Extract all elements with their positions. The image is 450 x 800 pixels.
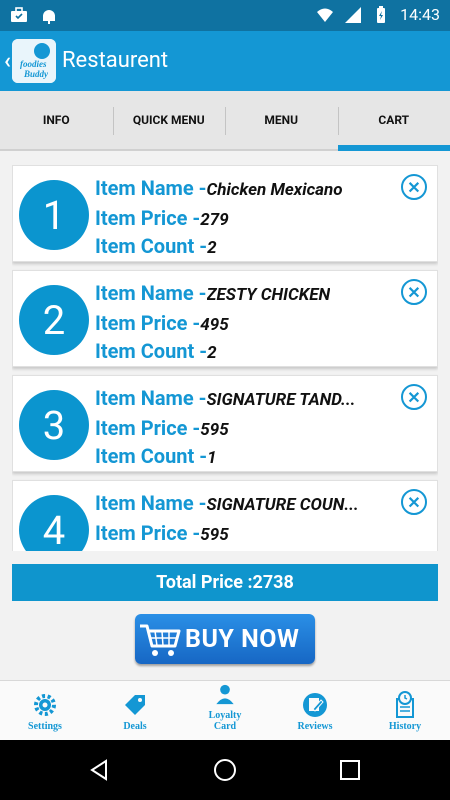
item-number-badge: 2 [19,285,89,355]
nav-reviews[interactable]: Reviews [270,681,360,740]
item-count-value: 1 [207,448,217,468]
remove-item-icon[interactable]: ✕ [401,489,427,515]
item-count-row: Item Count -2 [95,339,217,363]
svg-text:Buddy: Buddy [23,69,49,79]
item-name-value: Chicken Mexicano [206,180,343,200]
tab-cart[interactable]: CART [337,91,450,151]
tab-bar: INFO QUICK MENU MENU CART [0,91,450,151]
remove-item-icon[interactable]: ✕ [401,174,427,200]
item-price-label: Item Price - [95,416,201,440]
nav-label: Deals [123,721,147,732]
item-name-label: Item Name - [95,281,207,305]
nav-label: Reviews [297,721,333,732]
nav-loyalty-card[interactable]: Loyalty Card [180,681,270,740]
item-price-row: Item Price -595 [95,416,229,440]
cart-item: 4 Item Name -SIGNATURE COUN... Item Pric… [12,480,438,551]
battery-charging-icon [377,5,386,23]
item-price-value: 595 [200,525,229,545]
briefcase-icon [11,7,27,22]
item-price-row: Item Price -495 [95,311,229,335]
gear-icon [34,694,56,716]
item-number-badge: 1 [19,180,89,250]
item-name-label: Item Name - [95,386,207,410]
remove-item-icon[interactable]: ✕ [401,384,427,410]
app-logo[interactable]: foodies Buddy [12,39,56,83]
item-price-label: Item Price - [95,521,201,545]
buy-now-button[interactable]: BUY NOW [135,614,315,664]
remove-item-icon[interactable]: ✕ [401,279,427,305]
item-count-label: Item Count - [95,444,208,468]
recents-icon[interactable] [338,758,362,782]
buy-now-label: BUY NOW [185,624,300,654]
total-price-bar: Total Price :2738 [12,564,438,601]
tag-icon [125,695,145,715]
item-name-label: Item Name - [95,176,207,200]
nav-label: Settings [28,721,62,732]
item-count-label: Item Count - [95,339,208,363]
nav-label: History [388,721,422,732]
item-price-label: Item Price - [95,206,201,230]
item-name-row: Item Name -Chicken Mexicano [95,176,343,200]
back-icon[interactable] [87,758,111,782]
item-price-value: 595 [200,420,229,440]
tab-quick-menu[interactable]: QUICK MENU [112,91,226,149]
item-count-value: 2 [207,343,217,363]
nav-label: Loyalty Card [208,710,242,732]
bottom-navigation: Settings Deals Loyalty Card Reviews Hist… [0,680,450,740]
nav-deals[interactable]: Deals [90,681,180,740]
cart-item-list[interactable]: 1 Item Name -Chicken Mexicano Item Price… [12,165,438,551]
shopping-cart-icon [140,624,181,656]
wifi-icon [317,8,334,22]
system-navigation-bar [0,740,450,800]
person-icon [216,684,234,705]
item-name-row: Item Name -SIGNATURE COUN... [95,491,359,515]
tab-info[interactable]: INFO [0,91,113,149]
home-icon[interactable] [213,758,237,782]
item-name-value: SIGNATURE COUN... [206,495,359,515]
item-name-row: Item Name -SIGNATURE TAND... [95,386,355,410]
item-name-row: Item Name -ZESTY CHICKEN [95,281,330,305]
item-price-value: 495 [200,315,229,335]
back-chevron-icon[interactable]: ‹ [4,49,11,74]
svg-text:foodies: foodies [20,59,47,69]
cart-item: 3 Item Name -SIGNATURE TAND... Item Pric… [12,375,438,472]
item-name-label: Item Name - [95,491,207,515]
item-number-badge: 3 [19,390,89,460]
nav-settings[interactable]: Settings [0,681,90,740]
status-time: 14:43 [400,5,440,24]
item-count-value: 2 [207,238,217,258]
status-bar: 14:43 [0,0,450,31]
edit-icon [303,693,327,717]
signal-icon [345,6,362,23]
android-icon [43,10,55,24]
nav-history[interactable]: History [360,681,450,740]
item-count-row: Item Count -1 [95,444,217,468]
item-name-value: ZESTY CHICKEN [206,285,331,305]
item-price-row: Item Price -595 [95,521,229,545]
history-icon [396,691,414,718]
cart-item: 2 Item Name -ZESTY CHICKEN Item Price -4… [12,270,438,367]
item-number-badge: 4 [19,495,89,551]
item-count-row: Item Count -2 [95,234,217,258]
cart-item: 1 Item Name -Chicken Mexicano Item Price… [12,165,438,262]
tab-menu[interactable]: MENU [225,91,338,149]
item-price-label: Item Price - [95,311,201,335]
action-bar: ‹ foodies Buddy Restaurent [0,31,450,91]
item-price-row: Item Price -279 [95,206,229,230]
item-name-value: SIGNATURE TAND... [206,390,356,410]
page-title: Restaurent [62,48,169,73]
item-count-label: Item Count - [95,234,208,258]
item-price-value: 279 [200,210,229,230]
